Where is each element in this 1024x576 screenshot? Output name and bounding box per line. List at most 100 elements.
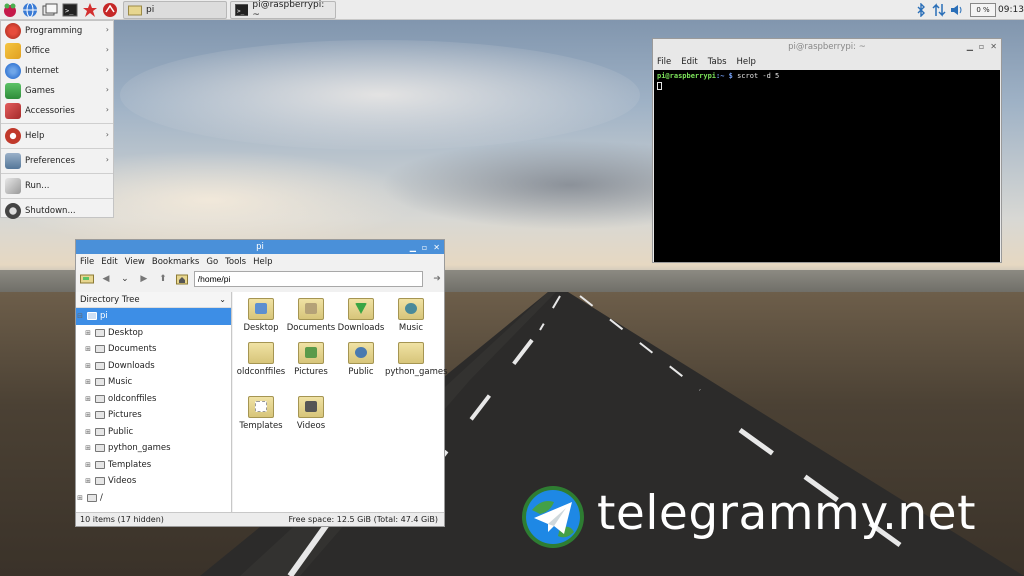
prompt-user: pi@raspberrypi — [657, 72, 717, 80]
tree-item-python-games[interactable]: ⊞ python_games — [76, 440, 231, 457]
go-arrow-icon[interactable]: ➜ — [430, 272, 444, 286]
taskbar-item-terminal[interactable]: >_ pi@raspberrypi: ~ — [230, 0, 336, 20]
window-titlebar[interactable]: pi ▁ ▫ ✕ — [76, 240, 444, 254]
file-item-pictures[interactable]: Pictures — [285, 342, 337, 377]
menu-item-label: Programming — [25, 26, 83, 36]
menu-bookmarks[interactable]: Bookmarks — [152, 257, 200, 267]
raspberry-icon — [4, 3, 16, 17]
cpu-monitor[interactable]: 0 % — [970, 3, 996, 17]
tree-item-desktop[interactable]: ⊞ Desktop — [76, 325, 231, 342]
menu-file[interactable]: File — [80, 257, 94, 267]
menu-help[interactable]: Help — [253, 257, 272, 267]
chevron-right-icon: › — [105, 85, 109, 94]
file-item-videos[interactable]: Videos — [285, 396, 337, 431]
menu-item-internet[interactable]: Internet › — [1, 61, 113, 81]
expand-icon[interactable]: ⊞ — [84, 345, 92, 353]
chevron-down-icon[interactable]: ⌄ — [118, 272, 132, 286]
tree-item-root[interactable]: ⊞ / — [76, 490, 231, 507]
expand-icon[interactable]: ⊞ — [84, 428, 92, 436]
expand-icon[interactable]: ⊞ — [84, 329, 92, 337]
network-arrows-icon[interactable] — [930, 0, 948, 20]
wolfram-launcher[interactable] — [100, 0, 120, 20]
svg-text:>_: >_ — [237, 8, 245, 15]
expand-icon[interactable]: ⊞ — [76, 494, 84, 502]
taskbar-item-file-manager[interactable]: pi — [123, 0, 227, 19]
forward-arrow-icon[interactable]: ▶ — [137, 272, 151, 286]
menu-item-preferences[interactable]: Preferences › — [1, 151, 113, 171]
file-item-templates[interactable]: Templates — [235, 396, 287, 431]
tree-item-downloads[interactable]: ⊞ Downloads — [76, 358, 231, 375]
window-titlebar[interactable]: pi@raspberrypi: ~ ▁ ▫ ✕ — [653, 39, 1001, 55]
menu-item-shutdown[interactable]: Shutdown... — [1, 201, 113, 221]
run-paper-plane-icon — [5, 178, 21, 194]
menu-go[interactable]: Go — [206, 257, 218, 267]
mathematica-launcher[interactable] — [80, 0, 100, 20]
file-item-music[interactable]: Music — [385, 298, 437, 333]
menu-edit[interactable]: Edit — [681, 57, 697, 67]
home-folder-icon[interactable] — [175, 272, 189, 286]
up-arrow-icon[interactable]: ⬆ — [156, 272, 170, 286]
expand-icon[interactable]: ⊞ — [84, 411, 92, 419]
maximize-icon[interactable]: ▫ — [422, 241, 427, 255]
collapse-icon[interactable]: ⊟ — [76, 312, 84, 320]
command-text: scrot -d 5 — [737, 72, 780, 80]
menu-item-programming[interactable]: Programming › — [1, 21, 113, 41]
menu-item-games[interactable]: Games › — [1, 81, 113, 101]
tree-item-pi[interactable]: ⊟ pi — [76, 308, 231, 325]
close-icon[interactable]: ✕ — [433, 241, 440, 255]
menu-item-office[interactable]: Office › — [1, 41, 113, 61]
tree-item-videos[interactable]: ⊞ Videos — [76, 473, 231, 490]
tree-item-oldconffiles[interactable]: ⊞ oldconffiles — [76, 391, 231, 408]
file-item-python-games[interactable]: python_games — [385, 342, 448, 377]
bluetooth-icon[interactable] — [912, 0, 930, 20]
tree-item-pictures[interactable]: ⊞ Pictures — [76, 407, 231, 424]
window-title: pi — [256, 242, 264, 252]
games-invader-icon — [5, 83, 21, 99]
path-input[interactable] — [193, 271, 424, 287]
web-browser-launcher[interactable] — [20, 0, 40, 20]
tree-item-music[interactable]: ⊞ Music — [76, 374, 231, 391]
menu-view[interactable]: View — [125, 257, 145, 267]
expand-icon[interactable]: ⊞ — [84, 461, 92, 469]
expand-icon[interactable]: ⊞ — [84, 362, 92, 370]
menu-file[interactable]: File — [657, 57, 671, 67]
clock[interactable]: 09:13 — [998, 5, 1024, 15]
minimize-icon[interactable]: ▁ — [967, 39, 973, 55]
chevron-down-icon: ⌄ — [219, 295, 226, 304]
file-item-downloads[interactable]: Downloads — [335, 298, 387, 333]
expand-icon[interactable]: ⊞ — [84, 395, 92, 403]
menu-tabs[interactable]: Tabs — [708, 57, 727, 67]
file-item-oldconffiles[interactable]: oldconffiles — [235, 342, 287, 377]
tree-item-label: Documents — [108, 344, 157, 355]
menu-item-run[interactable]: Run... — [1, 176, 113, 196]
side-pane-mode-select[interactable]: Directory Tree ⌄ — [76, 292, 231, 308]
file-manager-launcher[interactable] — [40, 0, 60, 20]
menu-item-accessories[interactable]: Accessories › — [1, 101, 113, 121]
maximize-icon[interactable]: ▫ — [979, 39, 984, 55]
tree-item-label: Pictures — [108, 410, 142, 421]
expand-icon[interactable]: ⊞ — [84, 378, 92, 386]
menu-item-help[interactable]: Help › — [1, 126, 113, 146]
file-item-public[interactable]: Public — [335, 342, 387, 377]
terminal-output[interactable]: pi@raspberrypi:~ $ scrot -d 5 — [654, 70, 1000, 262]
close-icon[interactable]: ✕ — [990, 39, 997, 55]
minimize-icon[interactable]: ▁ — [410, 241, 416, 255]
file-item-documents[interactable]: Documents — [285, 298, 337, 333]
downloads-folder-icon — [95, 361, 105, 370]
expand-icon[interactable]: ⊞ — [84, 477, 92, 485]
volume-icon[interactable] — [948, 0, 966, 20]
tree-item-templates[interactable]: ⊞ Templates — [76, 457, 231, 474]
tree-item-public[interactable]: ⊞ Public — [76, 424, 231, 441]
menu-help[interactable]: Help — [737, 57, 756, 67]
expand-icon[interactable]: ⊞ — [84, 444, 92, 452]
new-tab-icon[interactable] — [80, 272, 94, 286]
chevron-right-icon: › — [105, 105, 109, 114]
file-item-label: Downloads — [337, 323, 385, 333]
file-item-desktop[interactable]: Desktop — [235, 298, 287, 333]
terminal-launcher[interactable]: >_ — [60, 0, 80, 20]
menu-tools[interactable]: Tools — [225, 257, 246, 267]
tree-item-documents[interactable]: ⊞ Documents — [76, 341, 231, 358]
menu-edit[interactable]: Edit — [101, 257, 117, 267]
back-arrow-icon[interactable]: ◀ — [99, 272, 113, 286]
raspberry-menu-button[interactable] — [0, 0, 20, 20]
